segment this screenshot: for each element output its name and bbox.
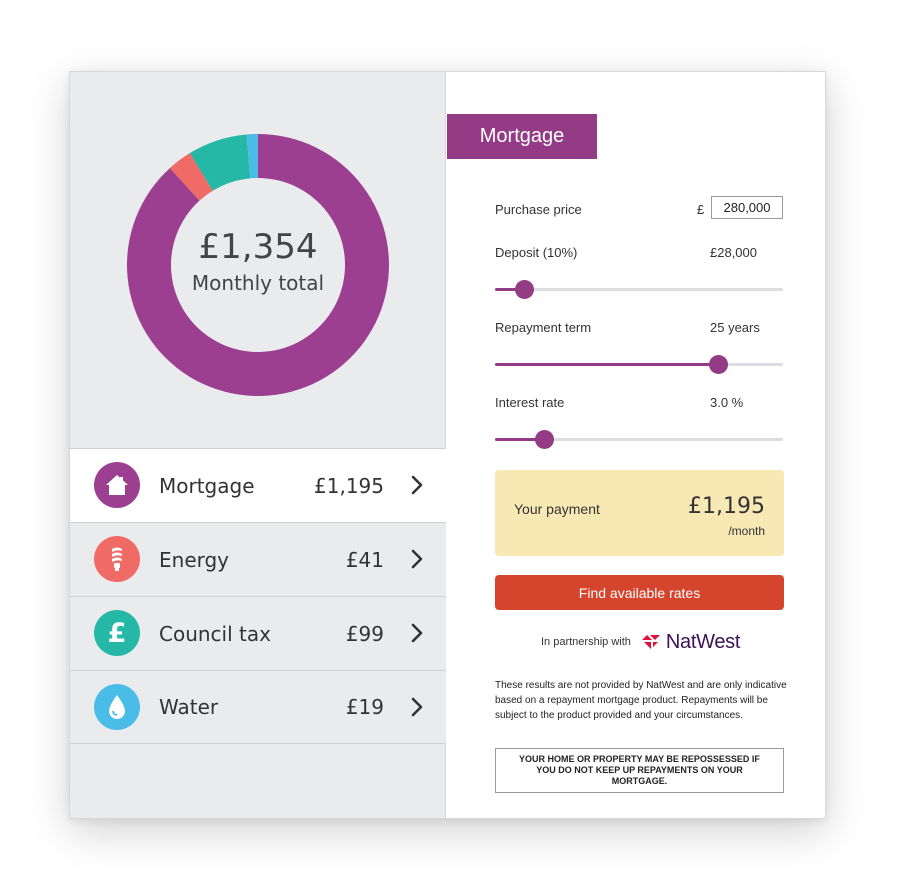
chevron-right-icon [411,475,423,495]
bill-name: Water [159,695,219,719]
water-drop-icon [94,684,140,730]
lightbulb-icon [94,536,140,582]
payment-amount: £1,195 [688,494,765,519]
donut-center: £1,354 Monthly total [126,133,390,397]
pound-icon: £ [94,610,140,656]
slider-thumb[interactable] [514,280,534,299]
slider-thumb[interactable] [709,355,729,374]
slider-fill [495,363,719,366]
payment-unit: /month [728,524,765,538]
slider-thumb[interactable] [534,430,554,449]
bill-amount: £1,195 [314,473,384,498]
chevron-right-icon [411,549,423,569]
summary-panel: £1,354 Monthly total Mortgage £1,195 Ene… [70,72,446,818]
repayment-term-value: 25 years [710,320,760,335]
slider-track [495,288,783,291]
bill-amount: £19 [345,695,384,719]
bill-list: Mortgage £1,195 Energy £41 £ Council tax… [70,448,446,744]
partner-text: In partnership with [541,636,631,648]
bill-item-energy[interactable]: Energy £41 [70,522,446,596]
bill-item-council-tax[interactable]: £ Council tax £99 [70,596,446,670]
repossession-warning: YOUR HOME OR PROPERTY MAY BE REPOSSESSED… [495,748,784,793]
partner-credit: In partnership with NatWest [541,627,740,657]
bill-amount: £41 [345,547,384,572]
deposit-value: £28,000 [710,245,757,260]
chevron-right-icon [411,697,423,717]
repayment-term-label: Repayment term [495,320,592,335]
bill-item-mortgage[interactable]: Mortgage £1,195 [70,448,446,522]
natwest-logo-icon [641,635,660,649]
budget-calculator-card: £1,354 Monthly total Mortgage £1,195 Ene… [69,71,826,819]
deposit-label: Deposit (10%) [495,245,578,260]
bill-name: Mortgage [159,473,255,498]
mortgage-calculator-panel: Mortgage Purchase price £ Deposit (10%) … [447,72,826,818]
natwest-logo-text: NatWest [665,630,741,653]
payment-summary-box: Your payment £1,195 /month [495,470,784,556]
tab-mortgage[interactable]: Mortgage [447,114,597,159]
bill-name: Council tax [159,621,271,646]
deposit-slider[interactable] [495,280,783,300]
monthly-total-amount: £1,354 [198,227,318,268]
bill-amount: £99 [345,621,384,646]
repayment-term-slider[interactable] [495,355,783,375]
bill-item-water[interactable]: Water £19 [70,670,446,744]
disclaimer-text: These results are not provided by NatWes… [495,680,787,721]
bill-name: Energy [159,547,230,572]
monthly-total-donut-chart: £1,354 Monthly total [126,133,390,397]
interest-rate-slider[interactable] [495,430,783,450]
payment-label: Your payment [514,501,600,517]
purchase-price-label: Purchase price [495,202,582,217]
interest-rate-value: 3.0 % [710,395,744,410]
chevron-right-icon [411,623,423,643]
monthly-total-label: Monthly total [191,270,325,295]
purchase-price-input[interactable] [711,196,783,219]
interest-rate-label: Interest rate [495,395,565,410]
house-icon [94,462,140,508]
find-available-rates-button[interactable]: Find available rates [495,575,784,610]
purchase-price-currency: £ [697,202,705,217]
